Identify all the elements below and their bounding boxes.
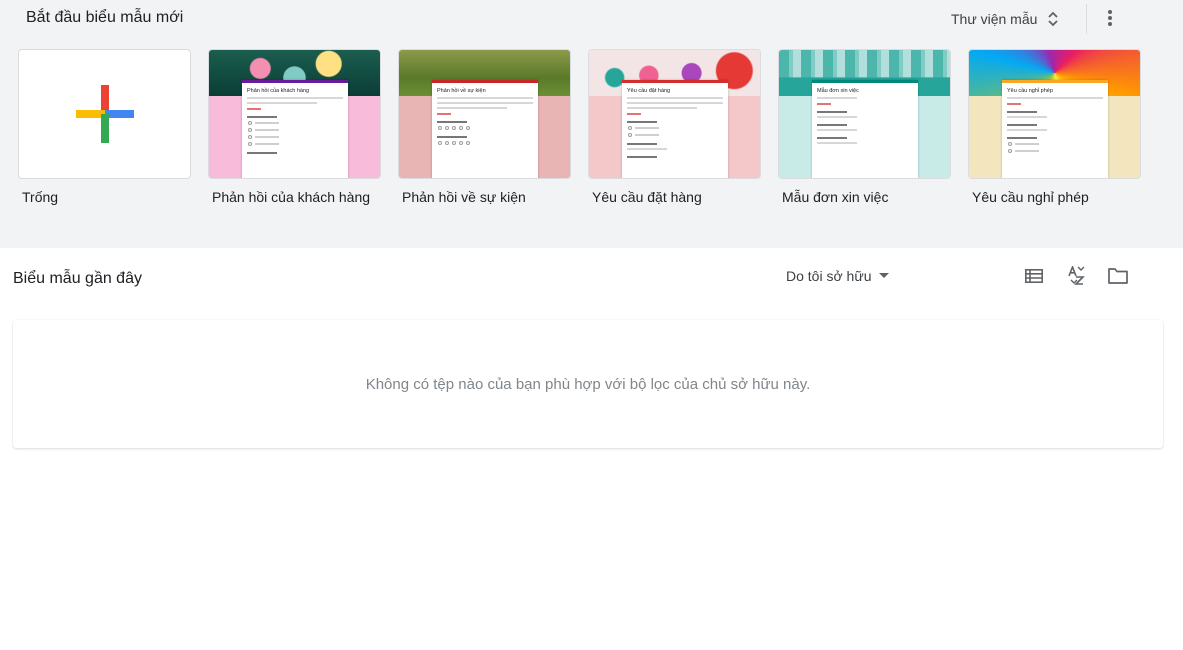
template-name: Phản hồi về sự kiện xyxy=(402,189,526,205)
plus-icon xyxy=(76,85,134,143)
recent-forms-title: Biểu mẫu gần đây xyxy=(13,270,142,287)
template-form-title: Yêu cầu đặt hàng xyxy=(627,88,671,94)
template-thumbnail: Mẫu đơn xin việc xyxy=(778,49,951,179)
template-event-feedback[interactable]: Phản hồi về sự kiện Phản hồi về sự kiện xyxy=(398,49,571,205)
template-customer-feedback[interactable]: Phản hồi của khách hàng Phản hồi của khá… xyxy=(208,49,381,205)
toolbar-divider xyxy=(1086,4,1087,34)
template-thumbnail: Phản hồi của khách hàng xyxy=(208,49,381,179)
template-thumbnail xyxy=(18,49,191,179)
template-name: Trống xyxy=(22,189,59,205)
template-name: Mẫu đơn xin việc xyxy=(782,189,889,205)
sort-by-alpha-icon xyxy=(1068,266,1085,285)
unfold-more-icon xyxy=(1048,11,1059,27)
list-view-icon xyxy=(1025,269,1043,283)
template-order-request[interactable]: Yêu cầu đặt hàng Yêu cầu đặt hàng xyxy=(588,49,761,205)
template-leave-request[interactable]: Yêu cầu nghỉ phép Yêu cầu nghỉ phép xyxy=(968,49,1141,205)
template-library-label: Thư viện mẫu xyxy=(951,11,1038,27)
template-form-title: Mẫu đơn xin việc xyxy=(817,88,859,94)
template-form-title: Phản hồi về sự kiện xyxy=(437,88,486,94)
list-view-button[interactable] xyxy=(1020,262,1048,290)
template-library-button[interactable]: Thư viện mẫu xyxy=(938,3,1069,35)
more-options-button[interactable] xyxy=(1096,4,1124,32)
template-thumbnail: Phản hồi về sự kiện xyxy=(398,49,571,179)
template-thumbnail: Yêu cầu đặt hàng xyxy=(588,49,761,179)
sort-button[interactable] xyxy=(1062,262,1090,290)
template-name: Phản hồi của khách hàng xyxy=(212,189,371,205)
more-vert-icon xyxy=(1108,10,1112,26)
arrow-drop-down-icon xyxy=(879,273,890,278)
gallery-title: Bắt đầu biểu mẫu mới xyxy=(26,9,184,26)
template-job-application[interactable]: Mẫu đơn xin việc Mẫu đơn xin việc xyxy=(778,49,951,205)
empty-state-card: Không có tệp nào của bạn phù hợp với bộ … xyxy=(13,320,1163,448)
template-name: Yêu cầu đặt hàng xyxy=(592,189,702,205)
template-thumbnail: Yêu cầu nghỉ phép xyxy=(968,49,1141,179)
template-name: Yêu cầu nghỉ phép xyxy=(972,189,1089,205)
open-file-picker-button[interactable] xyxy=(1104,262,1132,290)
owner-filter-dropdown[interactable]: Do tôi sở hữu xyxy=(778,262,897,290)
template-form-title: Phản hồi của khách hàng xyxy=(247,88,310,94)
owner-filter-label: Do tôi sở hữu xyxy=(786,268,872,284)
empty-state-message: Không có tệp nào của bạn phù hợp với bộ … xyxy=(365,375,811,393)
template-blank[interactable]: Trống xyxy=(18,49,191,205)
template-gallery: Bắt đầu biểu mẫu mới Thư viện mẫu Trống xyxy=(0,0,1183,248)
template-form-title: Yêu cầu nghỉ phép xyxy=(1007,88,1053,94)
folder-icon xyxy=(1108,268,1128,284)
